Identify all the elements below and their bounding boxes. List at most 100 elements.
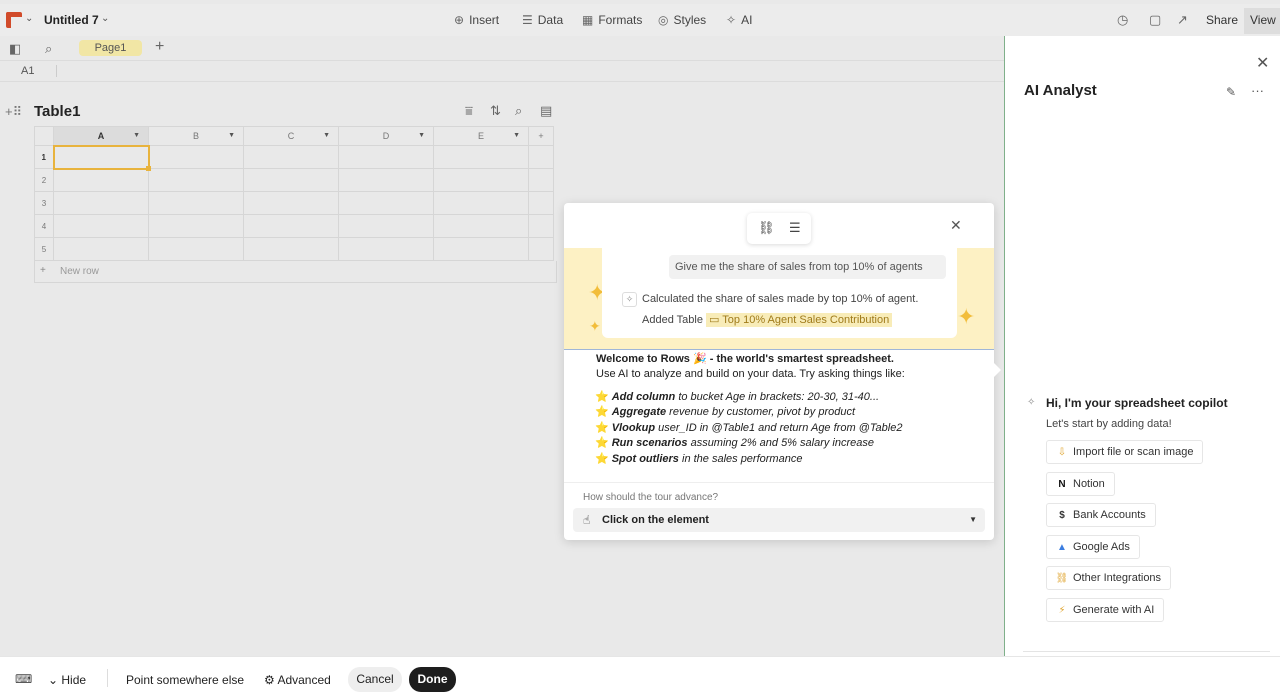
filter-icon[interactable]: ⩸ [465,103,473,119]
option-google-ads[interactable]: ▲ Google Ads [1046,535,1140,559]
cell[interactable] [53,237,149,261]
sort-icon[interactable]: ⇅ [490,103,501,119]
cell[interactable] [338,145,434,169]
cell[interactable] [53,191,149,215]
cell[interactable] [53,168,149,192]
example-rest: user_ID in @Table1 and return Age from @… [655,421,903,434]
done-button[interactable]: Done [409,667,456,692]
cell[interactable] [243,237,339,261]
edit-icon[interactable]: ✎ [1226,85,1236,99]
cell[interactable] [243,145,339,169]
cell-reference[interactable]: A1 [21,65,34,77]
add-page-icon[interactable]: + [155,38,164,56]
option-other-integrations[interactable]: ⛓ Other Integrations [1046,566,1172,590]
search-icon[interactable]: ⌕ [45,41,52,57]
cell[interactable] [433,168,529,192]
cell-a1[interactable] [52,144,152,172]
cell[interactable] [338,214,434,238]
cell[interactable] [243,191,339,215]
title-chevron-down-icon[interactable]: ⌄ [101,13,109,24]
cell[interactable] [148,237,244,261]
comment-icon[interactable]: ▢ [1149,12,1161,28]
cancel-button[interactable]: Cancel [348,667,402,692]
view-button[interactable]: View [1244,8,1280,34]
cell[interactable] [433,145,529,169]
option-import-file[interactable]: ⇩ Import file or scan image [1046,440,1204,464]
keyboard-icon[interactable]: ⌨ [15,672,32,686]
column-header-b[interactable]: B ▼ [148,126,244,146]
link-icon[interactable]: ⛓ [758,220,775,236]
row-number[interactable]: 3 [34,191,54,215]
row-number[interactable]: 4 [34,214,54,238]
cell[interactable] [243,214,339,238]
logo-chevron-down-icon[interactable]: ⌄ [25,13,33,24]
ai-sparkle-icon: ✧ [622,292,637,307]
table-add-drag-handle-icon[interactable]: +⠿ [5,104,22,120]
add-column-button[interactable]: + [528,126,554,146]
menu-insert[interactable]: ⊕ Insert [454,13,499,27]
star-icon: ⭐ [595,452,609,465]
row-number[interactable]: 5 [34,237,54,261]
align-center-icon[interactable]: ☰ [789,220,801,236]
menu-ai[interactable]: ✧ AI [726,13,752,27]
table-comment-icon[interactable]: ▤ [540,103,552,119]
spreadsheet-grid: A ▼ B ▼ C ▼ D ▼ E ▼ + 1 2 3 4 5 [34,126,554,261]
advanced-button[interactable]: ⚙ Advanced [264,673,331,687]
column-menu-icon[interactable]: ▼ [513,132,520,139]
row-number[interactable]: 1 [34,145,54,169]
option-label: Notion [1073,478,1105,490]
tour-advance-select[interactable]: ☝ Click on the element ▼ [573,508,985,532]
cell[interactable] [433,237,529,261]
option-label: Google Ads [1073,541,1130,553]
menu-data[interactable]: ☰ Data [522,13,563,27]
sidebar-toggle-icon[interactable]: ◧ [9,41,21,57]
document-title[interactable]: Untitled 7 [44,13,99,27]
option-notion[interactable]: N Notion [1046,472,1115,496]
close-icon[interactable]: ✕ [1256,53,1269,73]
tab-page1[interactable]: Page1 [79,40,142,56]
cell-reference-bar: A1 [0,61,1004,82]
option-bank-accounts[interactable]: $ Bank Accounts [1046,503,1156,527]
cell[interactable] [53,214,149,238]
trending-icon[interactable]: ↗ [1177,12,1188,28]
rows-logo-icon[interactable] [6,12,22,28]
share-button[interactable]: Share [1206,13,1238,27]
hide-button[interactable]: ⌄ Hide [48,673,86,687]
option-generate-ai[interactable]: ⚡ Generate with AI [1046,598,1165,622]
column-menu-icon[interactable]: ▼ [323,132,330,139]
column-header-c[interactable]: C ▼ [243,126,339,146]
column-header-d[interactable]: D ▼ [338,126,434,146]
cell[interactable] [338,237,434,261]
menu-formats[interactable]: ▦ Formats [582,13,642,27]
added-table-name: Top 10% Agent Sales Contribution [722,314,890,326]
history-icon[interactable]: ◷ [1117,12,1128,28]
cell[interactable] [148,214,244,238]
cell[interactable] [433,191,529,215]
more-options-icon[interactable]: ··· [1251,83,1264,98]
column-label: E [477,131,484,141]
column-header-a[interactable]: A ▼ [53,126,149,146]
table-search-icon[interactable]: ⌕ [515,103,522,119]
cell[interactable] [148,168,244,192]
cell[interactable] [243,168,339,192]
cell[interactable] [338,191,434,215]
chat-result-text: Calculated the share of sales made by to… [642,293,919,305]
column-menu-icon[interactable]: ▼ [228,132,235,139]
table-title[interactable]: Table1 [34,103,80,120]
menu-styles[interactable]: ◎ Styles [658,13,706,27]
column-header-e[interactable]: E ▼ [433,126,529,146]
divider [107,669,108,687]
column-menu-icon[interactable]: ▼ [418,132,425,139]
list-item: ⭐ Spot outliers in the sales performance [595,452,985,467]
row-number[interactable]: 2 [34,168,54,192]
column-menu-icon[interactable]: ▼ [133,132,140,139]
cell[interactable] [338,168,434,192]
corner-cell[interactable] [34,126,54,146]
new-row-button[interactable]: + New row [34,261,557,283]
point-somewhere-else-button[interactable]: Point somewhere else [126,673,244,687]
cell[interactable] [433,214,529,238]
close-icon[interactable]: ✕ [950,217,962,234]
sparkle-star-icon: ✦ [957,304,976,329]
cell[interactable] [148,191,244,215]
cell[interactable] [148,145,244,169]
